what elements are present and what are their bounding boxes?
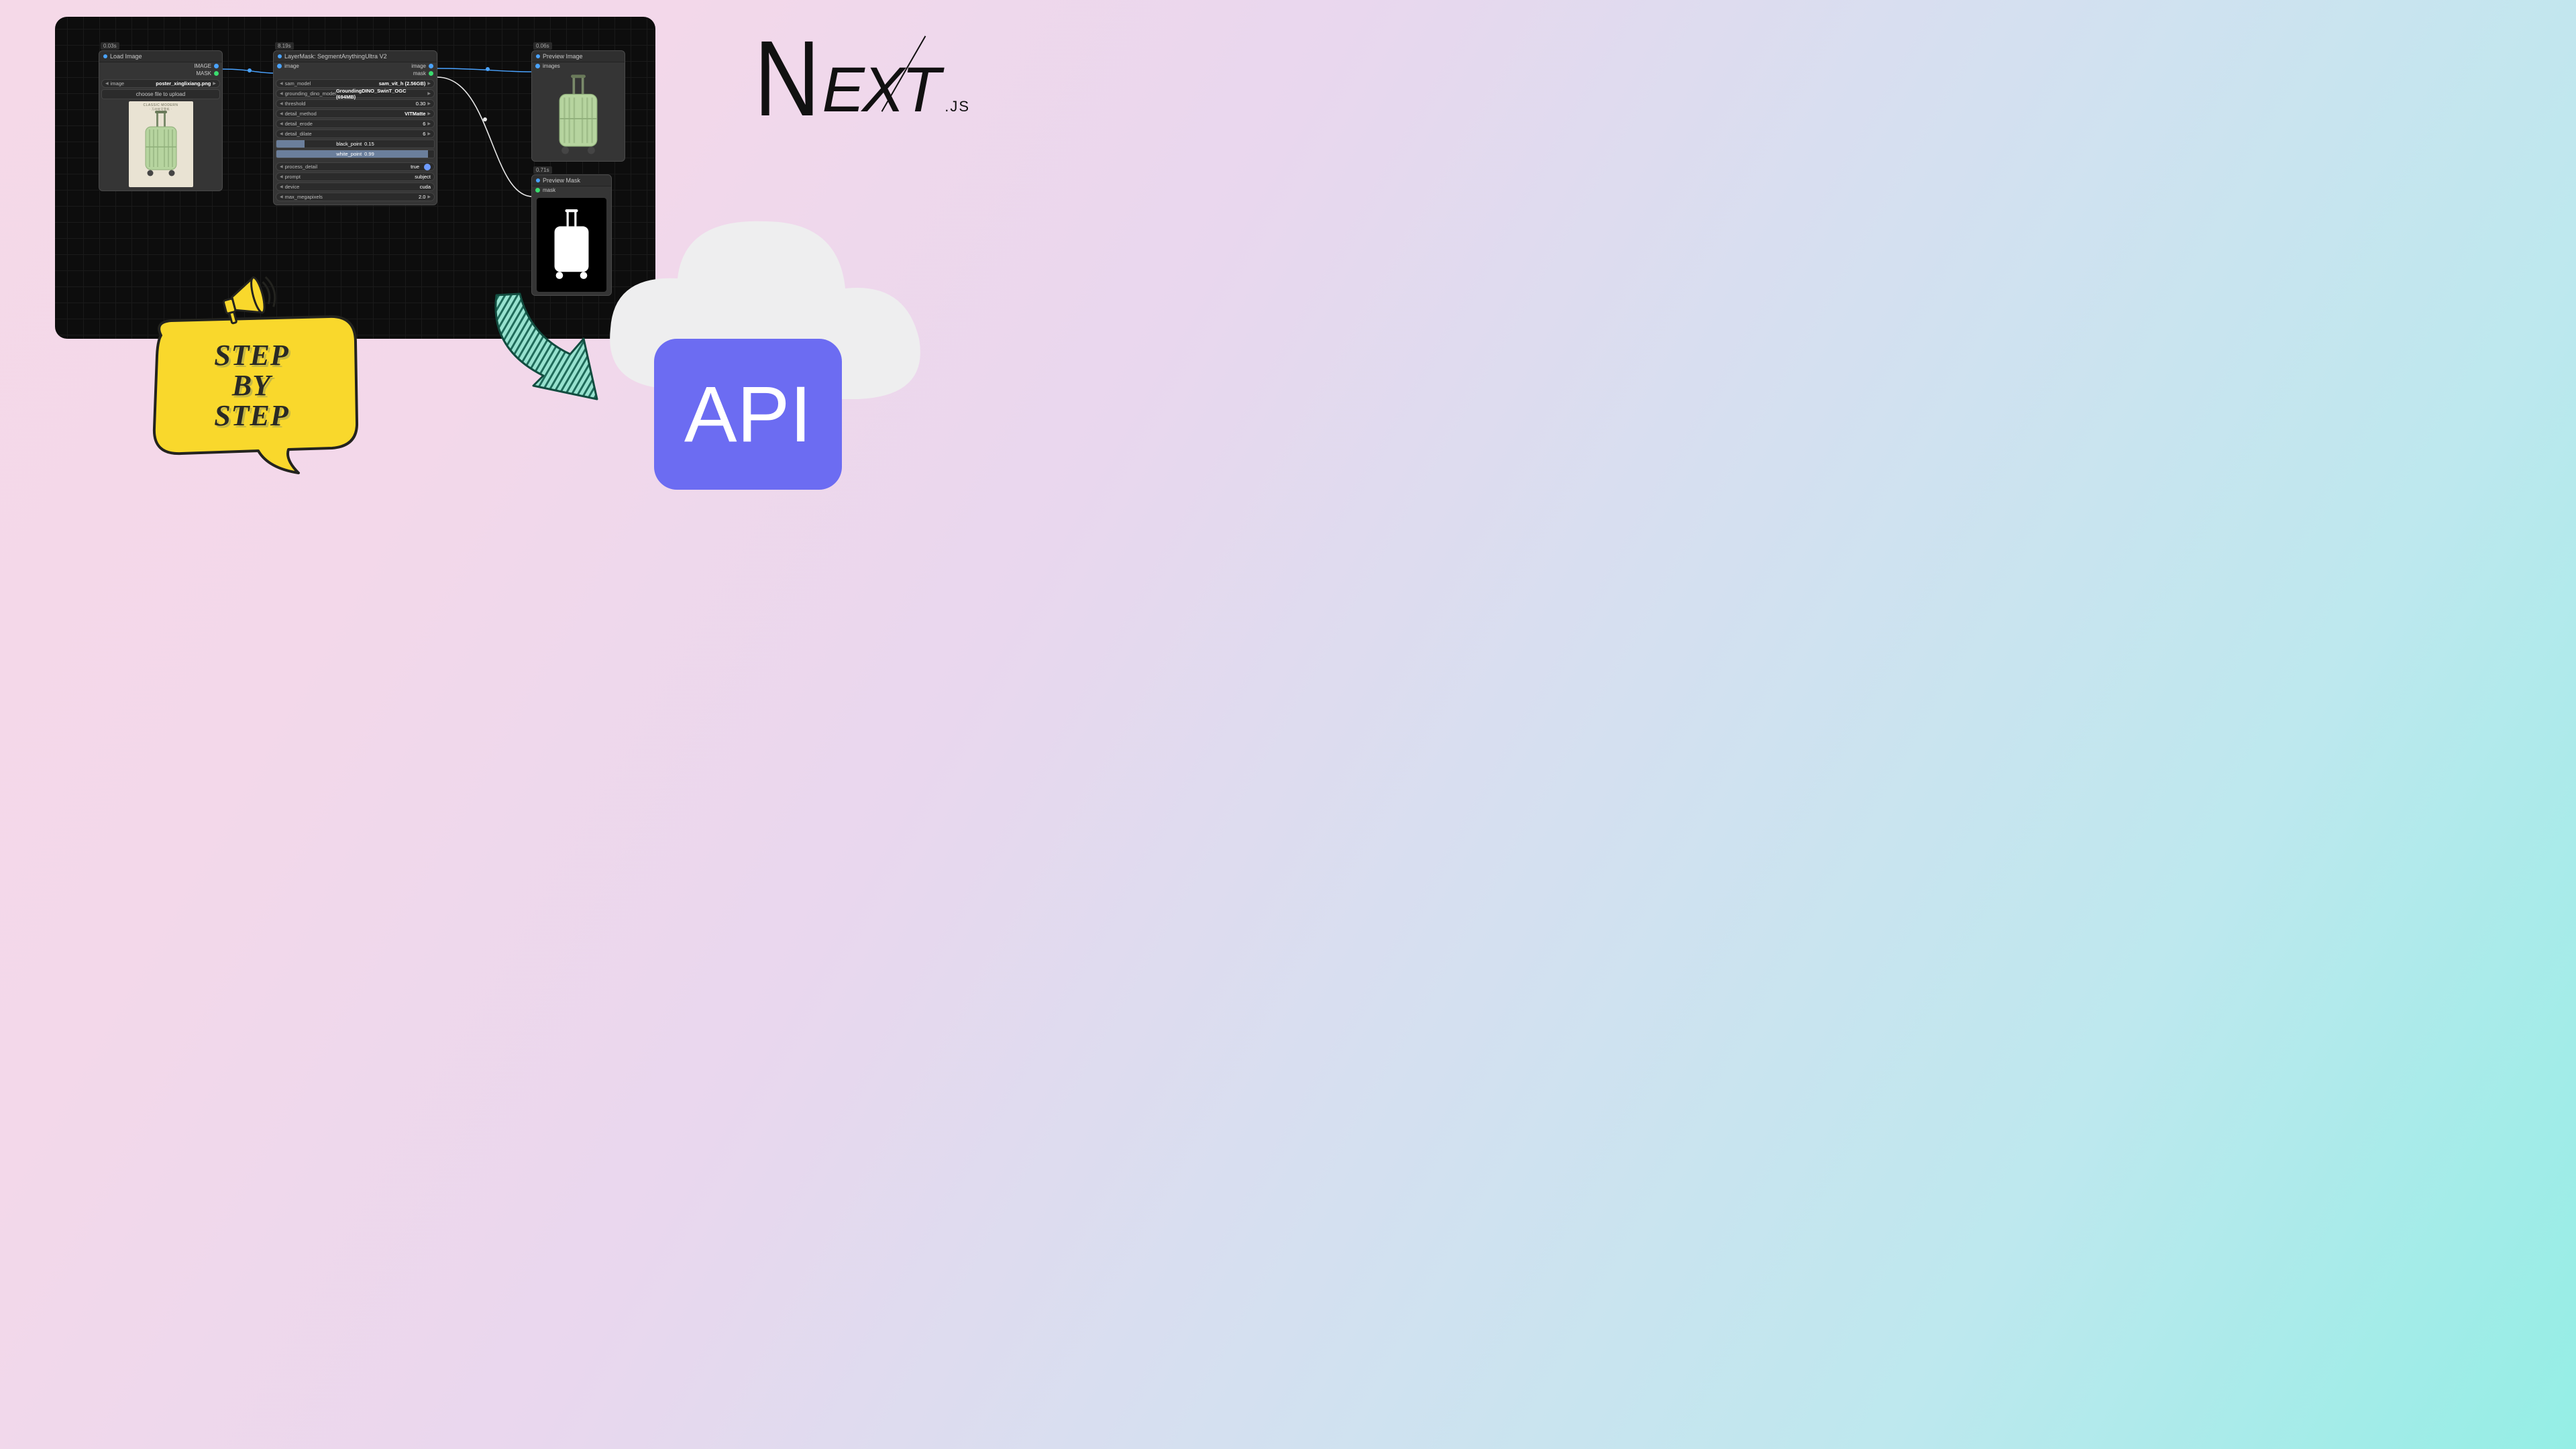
node-layermask[interactable]: 8.19s LayerMask: SegmentAnythingUltra V2… (273, 50, 437, 205)
param-value: 0.30 (416, 101, 426, 107)
param-value: subject (415, 174, 431, 180)
param-device[interactable]: device cuda (276, 182, 435, 191)
param-label: grounding_dino_model (285, 91, 336, 97)
luggage-mask-icon (548, 208, 595, 282)
luggage-icon (139, 111, 183, 178)
toggle-icon[interactable] (424, 164, 431, 170)
param-label: detail_method (285, 111, 317, 117)
port-dot-icon[interactable] (429, 71, 433, 76)
node-title: Load Image (110, 53, 142, 60)
param-label: process_detail (285, 164, 317, 170)
node-title: LayerMask: SegmentAnythingUltra V2 (284, 53, 387, 60)
slider-white-point[interactable]: white_point 0.99 (276, 150, 435, 158)
node-load-image[interactable]: 0.03s Load Image IMAGE MASK image poster… (99, 50, 223, 191)
bubble-line2: BY (134, 371, 369, 401)
port-out-mask2: mask (413, 70, 426, 76)
node-preview-image[interactable]: 0.06s Preview Image images (531, 50, 625, 162)
port-dot-icon[interactable] (535, 64, 540, 68)
param-detail-method[interactable]: detail_method VITMatte (276, 109, 435, 118)
node-title: Preview Mask (543, 177, 580, 184)
param-value: 6 (423, 131, 425, 137)
port-in-image: image (284, 63, 299, 69)
port-in-images: images (543, 63, 560, 69)
param-value: 6 (423, 121, 425, 127)
node-title: Preview Image (543, 53, 583, 60)
param-threshold[interactable]: threshold 0.30 (276, 99, 435, 108)
slider-value: 0.99 (364, 151, 374, 157)
param-label: sam_model (285, 80, 311, 87)
node-timer: 0.03s (101, 42, 119, 50)
nextjs-text: EXT (822, 54, 938, 127)
param-value: VITMatte (405, 111, 425, 117)
param-process-detail[interactable]: process_detail true (276, 162, 435, 171)
param-label: max_megapixels (285, 194, 323, 200)
param-prompt[interactable]: prompt subject (276, 172, 435, 181)
port-dot-icon[interactable] (429, 64, 433, 68)
param-value: GroundingDINO_SwinT_OGC (694MB) (336, 88, 425, 100)
param-dino-model[interactable]: grounding_dino_modelGroundingDINO_SwinT_… (276, 89, 435, 98)
slider-label: black_point (336, 141, 362, 147)
param-label: image (111, 80, 124, 87)
nextjs-suffix: .JS (938, 98, 970, 115)
param-label: detail_erode (285, 121, 313, 127)
port-in-mask: mask (543, 187, 555, 193)
slider-black-point[interactable]: black_point 0.15 (276, 140, 435, 148)
slider-label: white_point (336, 151, 362, 157)
image-preview[interactable]: CLASSIC MODERN · 万向轮可登机 · (129, 101, 193, 187)
port-dot-icon[interactable] (214, 71, 219, 76)
param-value: sam_vit_h (2.56GB) (379, 80, 426, 87)
megaphone-icon (211, 268, 278, 329)
port-dot-icon[interactable] (214, 64, 219, 68)
param-detail-erode[interactable]: detail_erode 6 (276, 119, 435, 128)
param-sam-model[interactable]: sam_model sam_vit_h (2.56GB) (276, 79, 435, 88)
param-label: threshold (285, 101, 306, 107)
collapse-icon[interactable] (536, 54, 540, 58)
param-value: cuda (420, 184, 431, 190)
port-out-mask: MASK (196, 70, 211, 76)
port-dot-icon[interactable] (535, 188, 540, 193)
param-value: poster_xinglixiang.png (156, 80, 211, 87)
slider-value: 0.15 (364, 141, 374, 147)
param-label: prompt (285, 174, 301, 180)
collapse-icon[interactable] (278, 54, 282, 58)
bubble-line3: STEP (134, 401, 369, 431)
param-image[interactable]: image poster_xinglixiang.png (101, 79, 220, 88)
api-badge: API (654, 339, 842, 490)
port-out-image2: image (411, 63, 426, 69)
port-out-image: IMAGE (194, 63, 211, 69)
bubble-line1: STEP (134, 341, 369, 371)
choose-file-button[interactable]: choose file to upload (101, 89, 220, 99)
api-text: API (684, 369, 812, 460)
param-value: 2.0 (419, 194, 425, 200)
luggage-icon (551, 72, 605, 159)
param-label: detail_dilate (285, 131, 312, 137)
nextjs-logo: NEXT .JS (749, 37, 970, 127)
param-detail-dilate[interactable]: detail_dilate 6 (276, 129, 435, 138)
node-timer: 0.06s (533, 42, 552, 50)
node-timer: 0.71s (533, 166, 552, 174)
collapse-icon[interactable] (536, 178, 540, 182)
port-dot-icon[interactable] (277, 64, 282, 68)
param-value: true (411, 164, 419, 170)
param-max-megapixels[interactable]: max_megapixels 2.0 (276, 193, 435, 201)
param-label: device (285, 184, 300, 190)
node-timer: 8.19s (275, 42, 294, 50)
collapse-icon[interactable] (103, 54, 107, 58)
